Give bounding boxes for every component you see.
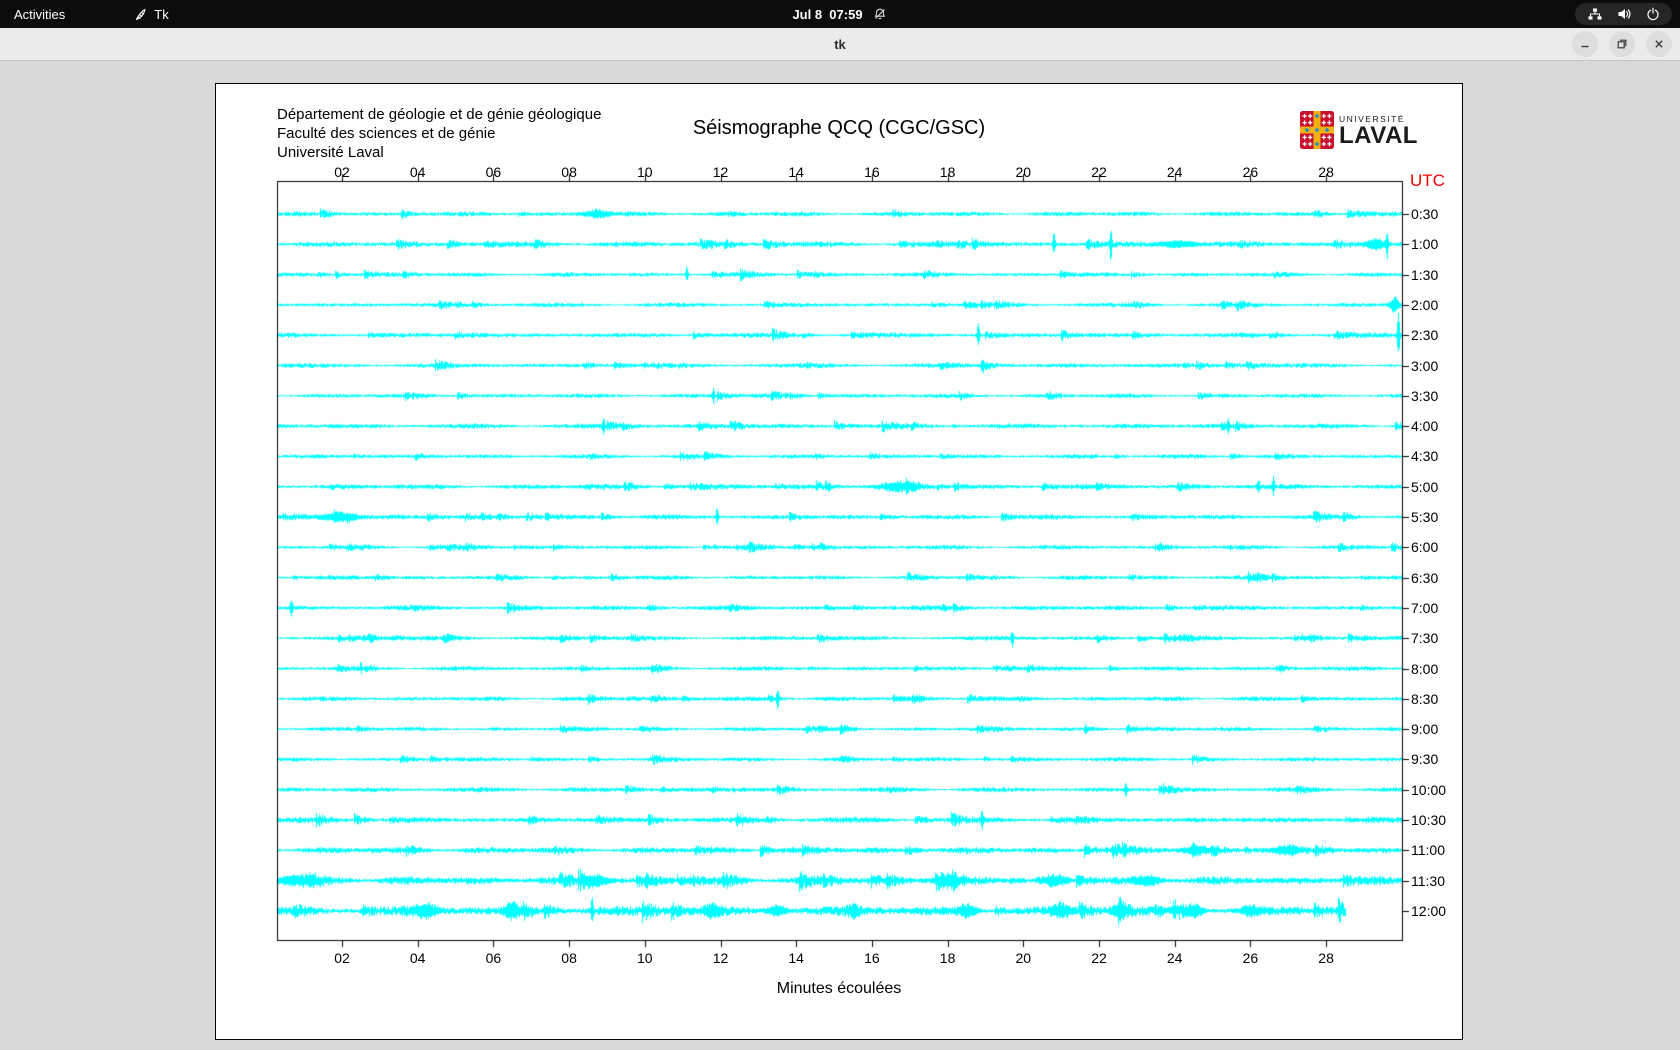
time-label: 12:00 xyxy=(1411,902,1447,919)
time-label: 11:00 xyxy=(1411,842,1445,859)
time-label: 11:30 xyxy=(1411,872,1445,889)
window-titlebar: tk xyxy=(0,28,1680,61)
x-tick-label-bottom: 28 xyxy=(1318,950,1334,966)
desktop-background: Département de géologie et de génie géol… xyxy=(0,61,1680,1049)
time-label: 7:30 xyxy=(1411,630,1439,647)
time-label: 5:00 xyxy=(1411,478,1439,495)
time-label: 8:30 xyxy=(1411,690,1439,707)
x-tick-label-top: 28 xyxy=(1318,164,1334,180)
time-label: 1:00 xyxy=(1411,236,1439,253)
volume-icon xyxy=(1617,7,1632,21)
close-button[interactable] xyxy=(1646,31,1672,57)
seismograph-window: Département de géologie et de génie géol… xyxy=(215,83,1463,1040)
activities-button[interactable]: Activities xyxy=(0,0,79,28)
x-tick-label-top: 12 xyxy=(712,164,729,180)
time-label: 9:00 xyxy=(1411,721,1439,738)
x-tick-label-top: 04 xyxy=(409,164,426,180)
minimize-icon xyxy=(1581,45,1589,48)
x-tick-label-top: 06 xyxy=(485,164,502,180)
x-tick-label-bottom: 16 xyxy=(864,950,880,966)
time-label: 2:30 xyxy=(1411,327,1439,344)
x-tick-label-bottom: 08 xyxy=(561,950,577,966)
top-bar: Activities Tk Jul 8 07:59 xyxy=(0,0,1680,28)
tk-feather-icon xyxy=(133,7,148,22)
time-label: 1:30 xyxy=(1411,266,1439,283)
minimize-button[interactable] xyxy=(1572,31,1598,57)
time-label: 10:00 xyxy=(1411,781,1447,798)
time-label: 0:30 xyxy=(1411,206,1439,222)
x-tick-label-bottom: 24 xyxy=(1166,950,1183,966)
x-tick-label-top: 20 xyxy=(1015,164,1032,180)
clock-label: Jul 8 07:59 xyxy=(792,6,863,22)
x-tick-label-top: 08 xyxy=(561,164,577,180)
time-label: 3:00 xyxy=(1411,357,1439,374)
seismograph-plot xyxy=(216,84,1462,1039)
time-label: 4:00 xyxy=(1411,418,1439,435)
x-tick-label-bottom: 22 xyxy=(1091,950,1107,966)
x-tick-label-bottom: 20 xyxy=(1015,950,1032,966)
x-tick-label-top: 26 xyxy=(1242,164,1259,180)
x-tick-label-top: 10 xyxy=(637,164,653,180)
window-title: tk xyxy=(834,37,846,52)
x-tick-label-bottom: 12 xyxy=(712,950,729,966)
x-tick-label-top: 18 xyxy=(939,164,956,180)
x-tick-label-bottom: 06 xyxy=(485,950,502,966)
time-label: 6:30 xyxy=(1411,569,1439,586)
time-label: 7:00 xyxy=(1411,599,1439,616)
x-tick-label-top: 16 xyxy=(864,164,880,180)
time-label: 8:00 xyxy=(1411,660,1439,677)
time-label: 3:30 xyxy=(1411,387,1439,404)
close-icon xyxy=(1655,40,1663,48)
app-menu-label: Tk xyxy=(154,6,169,22)
network-icon xyxy=(1587,7,1603,21)
x-tick-label-bottom: 26 xyxy=(1242,950,1259,966)
time-label: 10:30 xyxy=(1411,812,1447,828)
time-label: 9:30 xyxy=(1411,751,1439,768)
time-label: 6:00 xyxy=(1411,539,1439,556)
utc-axis-label: UTC xyxy=(1410,171,1445,190)
x-tick-label-top: 22 xyxy=(1091,164,1107,180)
x-tick-label-bottom: 18 xyxy=(939,950,956,966)
clock-button[interactable]: Jul 8 07:59 xyxy=(792,0,887,28)
x-tick-label-top: 24 xyxy=(1166,164,1183,180)
x-tick-label-bottom: 04 xyxy=(409,950,426,966)
maximize-restore-button[interactable] xyxy=(1609,31,1635,57)
power-icon xyxy=(1646,7,1660,21)
x-tick-label-bottom: 10 xyxy=(637,950,653,966)
time-label: 5:30 xyxy=(1411,509,1439,525)
restore-icon xyxy=(1617,39,1627,49)
time-label: 4:30 xyxy=(1411,448,1439,465)
app-menu-tk[interactable]: Tk xyxy=(125,0,176,28)
time-label: 2:00 xyxy=(1411,296,1439,313)
x-tick-label-bottom: 02 xyxy=(334,950,350,966)
x-tick-label-bottom: 14 xyxy=(788,950,804,966)
x-axis-label: Minutes écoulées xyxy=(776,980,902,997)
x-tick-label-top: 14 xyxy=(788,164,804,180)
bell-muted-icon xyxy=(873,7,888,22)
quick-settings-pill[interactable] xyxy=(1575,3,1672,25)
x-tick-label-top: 02 xyxy=(334,164,350,180)
